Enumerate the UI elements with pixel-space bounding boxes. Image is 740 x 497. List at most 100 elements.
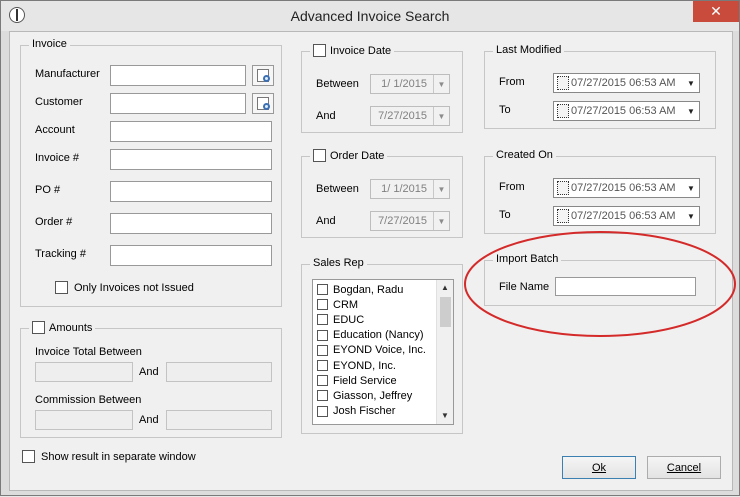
manufacturer-input[interactable]	[110, 65, 246, 86]
invoice-date-from-picker[interactable]: 1/ 1/2015 ▼	[370, 74, 450, 94]
only-not-issued-option[interactable]: Only Invoices not Issued	[55, 281, 194, 294]
list-item[interactable]: Education (Nancy)	[313, 328, 437, 343]
invoice-total-min-input[interactable]	[35, 362, 133, 382]
chevron-down-icon: ▼	[687, 78, 695, 88]
last-modified-to-picker[interactable]: 07/27/2015 06:53 AM ▼	[553, 101, 700, 121]
order-date-title: Order Date	[330, 149, 385, 162]
sales-rep-checkbox[interactable]	[317, 284, 328, 296]
amounts-toggle[interactable]: Amounts	[29, 321, 96, 334]
sales-rep-label: Education (Nancy)	[333, 329, 424, 342]
chevron-down-icon: ▼	[687, 183, 695, 193]
amounts-checkbox[interactable]	[32, 321, 45, 334]
list-item[interactable]: EYOND Voice, Inc.	[313, 343, 437, 358]
manufacturer-lookup-button[interactable]	[252, 65, 274, 86]
sales-rep-checkbox[interactable]	[317, 329, 328, 341]
customer-input[interactable]	[110, 93, 246, 114]
order-number-input[interactable]	[110, 213, 272, 234]
created-on-from-picker[interactable]: 07/27/2015 06:53 AM ▼	[553, 178, 700, 198]
list-item[interactable]: Bogdan, Radu	[313, 282, 437, 297]
invoice-number-input[interactable]	[110, 149, 272, 170]
sales-rep-scrollbar[interactable]: ▲ ▼	[436, 280, 453, 424]
po-input[interactable]	[110, 181, 272, 202]
close-button[interactable]: ✕	[693, 1, 739, 22]
lookup-icon	[263, 103, 270, 110]
file-name-label: File Name	[499, 281, 550, 293]
order-number-label: Order #	[35, 216, 73, 228]
only-not-issued-label: Only Invoices not Issued	[74, 281, 194, 294]
sales-rep-label: CRM	[333, 298, 359, 311]
sales-rep-checkbox[interactable]	[317, 405, 328, 417]
invoice-date-to-picker[interactable]: 7/27/2015 ▼	[370, 106, 450, 126]
sales-rep-checkbox[interactable]	[317, 344, 328, 356]
window-title: Advanced Invoice Search	[290, 8, 450, 24]
created-on-group: Created On From 07/27/2015 06:53 AM ▼ To …	[484, 149, 716, 234]
invoice-date-toggle[interactable]: Invoice Date	[310, 44, 395, 57]
last-modified-to-value: 07/27/2015 06:53 AM	[571, 105, 676, 117]
invoice-total-and-label: And	[139, 366, 159, 378]
sales-rep-checkbox[interactable]	[317, 375, 328, 387]
created-on-to-picker[interactable]: 07/27/2015 06:53 AM ▼	[553, 206, 700, 226]
invoice-total-max-input[interactable]	[166, 362, 272, 382]
tracking-input[interactable]	[110, 245, 272, 266]
list-item[interactable]: Giasson, Jeffrey	[313, 388, 437, 403]
invoice-date-between-label: Between	[316, 78, 359, 90]
list-item[interactable]: Field Service	[313, 373, 437, 388]
scroll-down-icon[interactable]: ▼	[437, 408, 453, 424]
last-modified-title: Last Modified	[496, 44, 562, 56]
chevron-down-icon: ▼	[687, 211, 695, 221]
invoice-group-title: Invoice	[32, 38, 67, 50]
order-date-to-value: 7/27/2015	[378, 215, 427, 227]
last-modified-from-checkbox[interactable]	[557, 76, 569, 90]
scroll-up-icon[interactable]: ▲	[437, 280, 453, 296]
customer-lookup-button[interactable]	[252, 93, 274, 114]
created-on-from-label: From	[499, 181, 525, 193]
invoice-number-label: Invoice #	[35, 152, 80, 164]
chevron-down-icon: ▼	[433, 107, 449, 125]
list-item[interactable]: CRM	[313, 297, 437, 312]
ok-button[interactable]: Ok	[562, 456, 636, 479]
list-item[interactable]: EYOND, Inc.	[313, 358, 437, 373]
commission-max-input[interactable]	[166, 410, 272, 430]
sales-rep-checkbox[interactable]	[317, 390, 328, 402]
file-name-input[interactable]	[555, 277, 696, 296]
show-separate-label: Show result in separate window	[41, 450, 196, 463]
sales-rep-group: Sales Rep Bogdan, Radu CRM EDUC Education (…	[301, 257, 463, 434]
cancel-button[interactable]: Cancel	[647, 456, 721, 479]
sales-rep-checkbox[interactable]	[317, 299, 328, 311]
title-bar: Advanced Invoice Search ✕	[1, 1, 739, 31]
dialog-window: Advanced Invoice Search ✕ Invoice Manufa…	[0, 0, 740, 496]
order-date-to-picker[interactable]: 7/27/2015 ▼	[370, 211, 450, 231]
commission-min-input[interactable]	[35, 410, 133, 430]
account-input[interactable]	[110, 121, 272, 142]
show-separate-checkbox[interactable]	[22, 450, 35, 463]
last-modified-to-label: To	[499, 104, 511, 116]
commission-and-label: And	[139, 414, 159, 426]
created-on-from-value: 07/27/2015 06:53 AM	[571, 182, 676, 194]
invoice-date-checkbox[interactable]	[313, 44, 326, 57]
invoice-date-to-value: 7/27/2015	[378, 110, 427, 122]
invoice-date-from-value: 1/ 1/2015	[381, 78, 427, 90]
created-on-to-checkbox[interactable]	[557, 209, 569, 223]
sales-rep-checkbox[interactable]	[317, 360, 328, 372]
list-item[interactable]: Josh Fischer	[313, 404, 437, 419]
show-separate-option[interactable]: Show result in separate window	[22, 450, 196, 463]
order-date-from-picker[interactable]: 1/ 1/2015 ▼	[370, 179, 450, 199]
chevron-down-icon: ▼	[687, 106, 695, 116]
sales-rep-list[interactable]: Bogdan, Radu CRM EDUC Education (Nancy) EYON…	[312, 279, 454, 425]
scroll-thumb[interactable]	[440, 297, 451, 327]
created-on-from-checkbox[interactable]	[557, 181, 569, 195]
chevron-down-icon: ▼	[433, 75, 449, 93]
order-date-checkbox[interactable]	[313, 149, 326, 162]
last-modified-from-picker[interactable]: 07/27/2015 06:53 AM ▼	[553, 73, 700, 93]
order-date-toggle[interactable]: Order Date	[310, 149, 388, 162]
sales-rep-label: EYOND Voice, Inc.	[333, 344, 426, 357]
list-item[interactable]: EDUC	[313, 312, 437, 327]
sales-rep-checkbox[interactable]	[317, 314, 328, 326]
invoice-date-and-label: And	[316, 110, 336, 122]
last-modified-group: Last Modified From 07/27/2015 06:53 AM ▼ …	[484, 44, 716, 129]
amounts-title: Amounts	[49, 321, 93, 334]
account-label: Account	[35, 124, 75, 136]
last-modified-to-checkbox[interactable]	[557, 104, 569, 118]
sales-rep-label: EYOND, Inc.	[333, 359, 396, 372]
only-not-issued-checkbox[interactable]	[55, 281, 68, 294]
